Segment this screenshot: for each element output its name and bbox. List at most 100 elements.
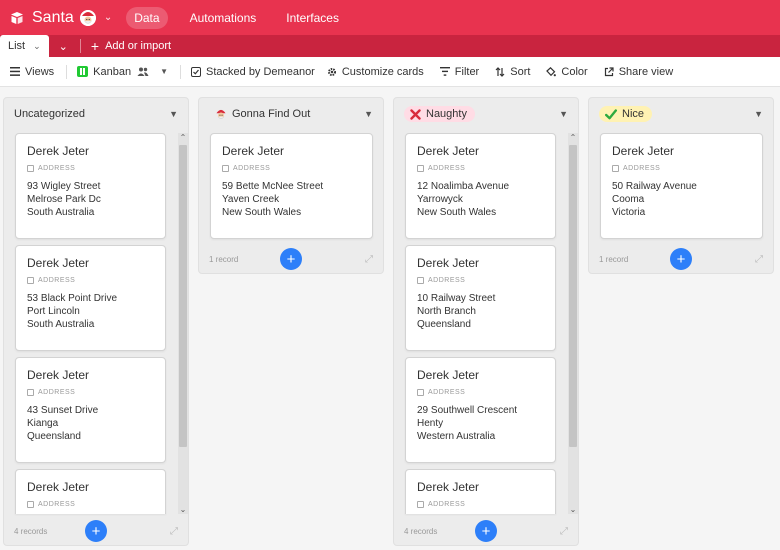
address-line: 29 Southwell Crescent [417, 405, 518, 416]
scroll-up-arrow-icon[interactable]: ⌃ [178, 133, 188, 142]
stack-menu-caret-icon[interactable]: ▼ [169, 109, 178, 119]
expand-icon[interactable]: ⤢ [755, 254, 763, 265]
color-label: Color [561, 65, 588, 78]
address-line: South Australia [27, 207, 95, 218]
record-card[interactable]: Derek Jeter ADDRESS 93 Wigley Street Mel… [15, 133, 166, 239]
people-icon [137, 67, 149, 76]
stack-menu-caret-icon[interactable]: ▼ [559, 109, 568, 119]
sort-button[interactable]: Sort [495, 66, 530, 78]
kanban-label: Kanban [93, 65, 132, 78]
view-toolbar: Views Kanban ▼ Stacked by Demeanor Custo… [0, 57, 780, 87]
address-line: Queensland [27, 431, 81, 442]
address-label-text: ADDRESS [428, 165, 466, 172]
tab-interfaces[interactable]: Interfaces [278, 7, 347, 29]
stack-naughty: Naughty ▼ Derek Jeter ADDRESS 12 Noalimb… [393, 97, 579, 546]
tab-automations[interactable]: Automations [182, 7, 265, 29]
add-or-import-button[interactable]: + Add or import [91, 35, 171, 57]
expand-icon[interactable]: ⤢ [365, 254, 373, 265]
record-card[interactable]: Derek Jeter ADDRESS 53 Black Point Drive… [15, 245, 166, 351]
address-field-label: ADDRESS [417, 501, 465, 508]
stack-footer: 1 record + ⤢ [199, 244, 383, 274]
views-dropdown-chevron-icon[interactable]: ⌄ [59, 35, 68, 57]
top-bar: Santa ⌄ Data Automations Interfaces [0, 0, 780, 35]
tab-data[interactable]: Data [126, 6, 168, 29]
card-title: Derek Jeter [417, 256, 480, 270]
card-title: Derek Jeter [417, 144, 480, 158]
record-card[interactable]: Derek Jeter ADDRESS [15, 469, 166, 514]
address-line: North Branch [417, 306, 476, 317]
add-record-button[interactable]: + [280, 248, 302, 270]
add-record-button[interactable]: + [475, 520, 497, 542]
base-menu-chevron-icon[interactable]: ⌄ [104, 12, 112, 23]
filter-button[interactable]: Filter [439, 66, 479, 78]
address-line: 50 Railway Avenue [612, 181, 697, 192]
view-switcher-kanban[interactable]: Kanban ▼ [77, 66, 168, 78]
address-line: Port Lincoln [27, 306, 80, 317]
card-title: Derek Jeter [27, 368, 90, 382]
address-label-text: ADDRESS [38, 501, 76, 508]
add-record-button[interactable]: + [85, 520, 107, 542]
view-tab-label: List [8, 40, 26, 52]
scroll-down-arrow-icon[interactable]: ⌄ [178, 505, 188, 514]
color-button[interactable]: Color [546, 65, 588, 78]
address-label-text: ADDRESS [428, 389, 466, 396]
address-line: 10 Railway Street [417, 293, 496, 304]
address-field-icon [27, 501, 34, 508]
views-button[interactable]: Views [10, 66, 54, 78]
add-record-button[interactable]: + [670, 248, 692, 270]
filter-icon [439, 67, 450, 76]
card-title: Derek Jeter [417, 480, 480, 494]
share-view-label: Share view [618, 65, 674, 78]
app-logo-icon[interactable] [10, 11, 24, 25]
scroll-down-arrow-icon[interactable]: ⌄ [568, 505, 578, 514]
stack-menu-caret-icon[interactable]: ▼ [364, 109, 373, 119]
address-label-text: ADDRESS [623, 165, 661, 172]
expand-icon[interactable]: ⤢ [170, 526, 178, 537]
record-card[interactable]: Derek Jeter ADDRESS 12 Noalimba Avenue Y… [405, 133, 556, 239]
address-line: 59 Bette McNee Street [222, 181, 324, 192]
card-title: Derek Jeter [417, 368, 480, 382]
stacked-by-label: Stacked by Demeanor [206, 65, 315, 78]
record-card[interactable]: Derek Jeter ADDRESS 50 Railway Avenue Co… [600, 133, 763, 239]
stacked-by-button[interactable]: Stacked by Demeanor [191, 66, 315, 78]
green-check-icon [605, 108, 617, 120]
base-name[interactable]: Santa [32, 9, 74, 27]
scrollbar-thumb[interactable] [179, 145, 187, 447]
record-card[interactable]: Derek Jeter ADDRESS 10 Railway Street No… [405, 245, 556, 351]
address-field-label: ADDRESS [27, 501, 75, 508]
address-label-text: ADDRESS [428, 277, 466, 284]
scroll-up-arrow-icon[interactable]: ⌃ [568, 133, 578, 142]
sort-label: Sort [510, 65, 531, 78]
chevron-down-icon: ⌄ [33, 40, 41, 51]
expand-icon[interactable]: ⤢ [560, 526, 568, 537]
customize-cards-button[interactable]: Customize cards [327, 66, 424, 78]
record-count: 4 records [14, 526, 48, 536]
address-line: 12 Noalimba Avenue [417, 181, 510, 192]
address-field-icon [417, 389, 424, 396]
address-field-icon [417, 165, 424, 172]
stack-scrollbar[interactable]: ⌃ ⌄ [178, 133, 188, 514]
address-line: 53 Black Point Drive [27, 293, 118, 304]
stack-scrollbar[interactable]: ⌃ ⌄ [568, 133, 578, 514]
view-bar: List ⌄ ⌄ + Add or import [0, 35, 780, 57]
record-card[interactable]: Derek Jeter ADDRESS 59 Bette McNee Stree… [210, 133, 373, 239]
record-card[interactable]: Derek Jeter ADDRESS 43 Sunset Drive Kian… [15, 357, 166, 463]
stack-header: Naughty ▼ [394, 98, 578, 130]
stack-menu-caret-icon[interactable]: ▼ [754, 109, 763, 119]
address-label-text: ADDRESS [233, 165, 271, 172]
share-view-button[interactable]: Share view [604, 66, 673, 78]
address-line: New South Wales [222, 207, 302, 218]
address-field-icon [612, 165, 619, 172]
red-x-icon [410, 108, 421, 120]
address-line: South Australia [27, 319, 95, 330]
scrollbar-thumb[interactable] [569, 145, 577, 447]
record-card[interactable]: Derek Jeter ADDRESS 29 Southwell Crescen… [405, 357, 556, 463]
card-title: Derek Jeter [27, 256, 90, 270]
stack-pill: Nice [599, 106, 653, 122]
view-tab-list[interactable]: List ⌄ [0, 35, 49, 57]
santa-face-icon [79, 9, 96, 26]
divider [66, 64, 68, 79]
stack-gonna-find-out: Gonna Find Out ▼ Derek Jeter ADDRESS 59 … [198, 97, 384, 274]
address-field-icon [27, 389, 34, 396]
record-card[interactable]: Derek Jeter ADDRESS [405, 469, 556, 514]
